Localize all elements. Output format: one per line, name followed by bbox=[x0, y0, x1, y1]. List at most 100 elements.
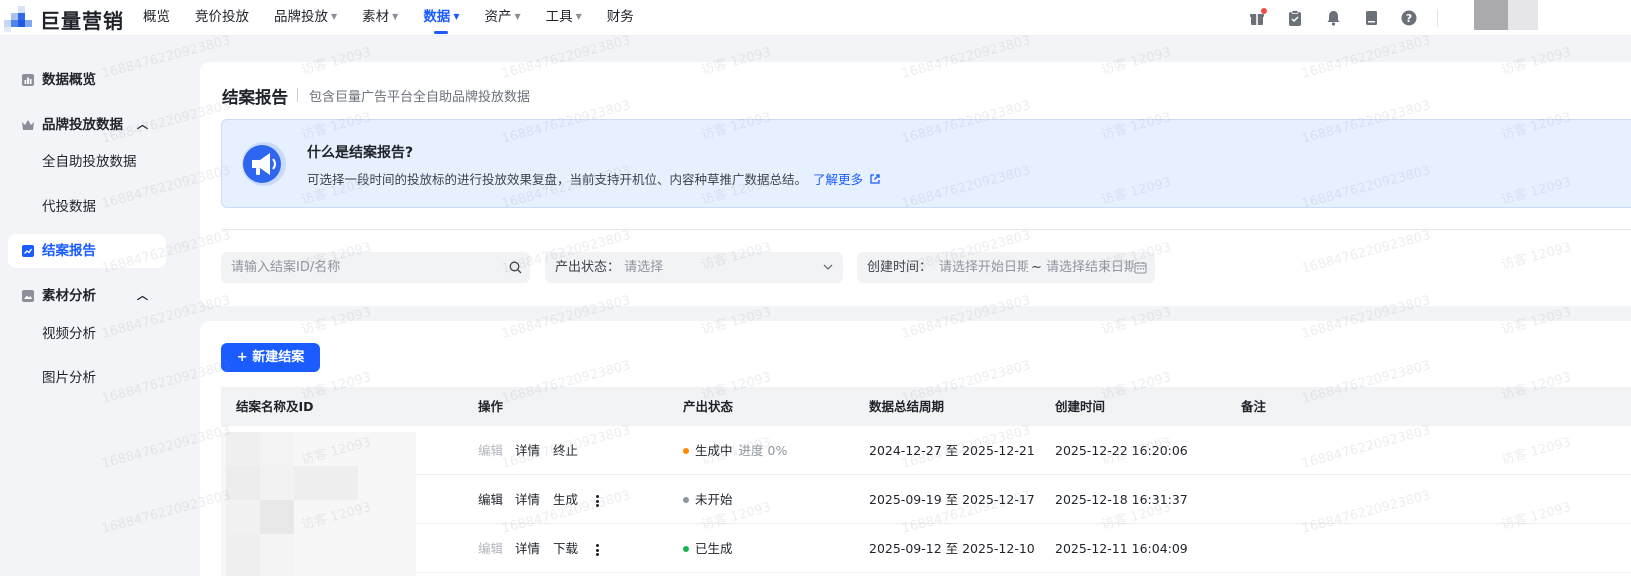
progress-text: 进度 0% bbox=[738, 443, 788, 458]
chevron-up-icon: ︿ bbox=[137, 289, 148, 302]
bell-icon[interactable] bbox=[1323, 8, 1343, 28]
nav-brand-label: 品牌投放 bbox=[274, 9, 328, 25]
svg-text:?: ? bbox=[1406, 12, 1412, 25]
sidebar-item-label: 结案报告 bbox=[42, 243, 96, 259]
sidebar-item-label: 视频分析 bbox=[42, 326, 96, 342]
status-text: 生成中 bbox=[695, 443, 733, 458]
status-dot bbox=[683, 448, 689, 454]
sidebar: 数据概览 品牌投放数据 ︿ 全自助投放数据 代投数据 结案报告 素材分析 ︿ 视… bbox=[0, 37, 190, 576]
gift-icon[interactable] bbox=[1247, 8, 1267, 28]
edit-button[interactable]: 编辑 bbox=[478, 524, 503, 573]
nav-finance[interactable]: 财务 bbox=[598, 0, 643, 36]
crown-icon bbox=[22, 120, 34, 130]
top-navigation-bar: 巨量营销 概览 竞价投放 品牌投放 ▼ 素材 ▼ 数据 ▼ 资产 ▼ 工具 ▼ 财务 ? bbox=[0, 0, 1631, 36]
edit-button[interactable]: 编辑 bbox=[478, 426, 503, 475]
date-range-picker[interactable]: 创建时间： 请选择开始日期 ~ 请选择结束日期 bbox=[857, 252, 1155, 283]
date-end-input[interactable]: 请选择结束日期 bbox=[1046, 252, 1134, 283]
status-text: 已生成 bbox=[695, 541, 733, 556]
created-cell: 2025-12-22 16:20:06 bbox=[1055, 443, 1188, 458]
learn-more-label: 了解更多 bbox=[813, 172, 864, 187]
nav-overview-label: 概览 bbox=[143, 9, 170, 25]
sidebar-item-closing-report[interactable]: 结案报告 bbox=[8, 234, 166, 268]
column-header: 创建时间 bbox=[1055, 399, 1106, 414]
caret-down-icon: ▼ bbox=[453, 12, 460, 21]
main-nav: 概览 竞价投放 品牌投放 ▼ 素材 ▼ 数据 ▼ 资产 ▼ 工具 ▼ 财务 bbox=[134, 0, 650, 36]
app-logo[interactable]: 巨量营销 bbox=[4, 6, 124, 33]
sidebar-item-label: 数据概览 bbox=[42, 72, 96, 88]
sidebar-item-video-analysis[interactable]: 视频分析 bbox=[8, 317, 166, 351]
external-link-icon bbox=[870, 174, 880, 184]
nav-tools[interactable]: 工具 ▼ bbox=[537, 0, 591, 36]
sidebar-item-self-service-data[interactable]: 全自助投放数据 bbox=[8, 145, 166, 179]
nav-assets[interactable]: 资产 ▼ bbox=[475, 0, 529, 36]
detail-button[interactable]: 详情 bbox=[515, 524, 540, 573]
logo-text: 巨量营销 bbox=[40, 8, 124, 33]
status-cell: 已生成 bbox=[683, 524, 733, 573]
generate-button[interactable]: 生成 bbox=[553, 475, 578, 524]
more-options-icon[interactable] bbox=[596, 544, 599, 556]
top-divider bbox=[1437, 9, 1438, 27]
sidebar-item-brand-data[interactable]: 品牌投放数据 ︿ bbox=[8, 108, 166, 142]
more-options-icon[interactable] bbox=[596, 495, 599, 507]
status-select-placeholder: 请选择 bbox=[624, 260, 664, 275]
nav-overview[interactable]: 概览 bbox=[134, 0, 179, 36]
edit-button[interactable]: 编辑 bbox=[478, 475, 503, 524]
learn-more-link[interactable]: 了解更多 bbox=[813, 172, 881, 187]
terminate-button[interactable]: 终止 bbox=[553, 426, 578, 475]
column-header: 备注 bbox=[1241, 399, 1267, 414]
sidebar-item-label: 图片分析 bbox=[42, 370, 96, 386]
date-range-label: 创建时间： bbox=[867, 260, 933, 275]
trend-icon bbox=[22, 245, 34, 257]
avatar[interactable] bbox=[1474, 0, 1508, 30]
detail-button[interactable]: 详情 bbox=[515, 475, 540, 524]
account-info[interactable] bbox=[1508, 0, 1538, 30]
search-placeholder: 请输入结案ID/名称 bbox=[231, 260, 341, 275]
status-select[interactable]: 产出状态： 请选择 bbox=[545, 252, 843, 283]
search-icon[interactable] bbox=[509, 261, 522, 274]
page-title: 结案报告 bbox=[222, 88, 288, 107]
date-separator: ~ bbox=[1031, 260, 1042, 275]
bar-chart-icon bbox=[22, 74, 34, 86]
redacted-report-names bbox=[221, 432, 416, 576]
document-icon[interactable] bbox=[1361, 8, 1381, 28]
caret-down-icon: ▼ bbox=[575, 12, 582, 21]
created-cell: 2025-12-11 16:04:09 bbox=[1055, 541, 1188, 556]
image-icon bbox=[22, 290, 34, 302]
title-divider bbox=[297, 88, 298, 102]
logo-mark-icon bbox=[4, 6, 38, 32]
banner-title: 什么是结案报告? bbox=[307, 145, 414, 161]
nav-tools-label: 工具 bbox=[545, 9, 573, 25]
clipboard-icon[interactable] bbox=[1285, 8, 1305, 28]
report-header-card: 结案报告 包含巨量广告平台全自助品牌投放数据 什么是结案报告? 可选择一段时间的… bbox=[200, 62, 1631, 306]
nav-data[interactable]: 数据 ▼ bbox=[414, 0, 468, 36]
column-header: 产出状态 bbox=[683, 399, 734, 414]
new-report-button[interactable]: + 新建结案 bbox=[221, 343, 320, 372]
sidebar-item-label: 品牌投放数据 bbox=[42, 117, 123, 133]
date-start-input[interactable]: 请选择开始日期 bbox=[939, 252, 1028, 283]
sidebar-item-label: 素材分析 bbox=[42, 288, 96, 304]
calendar-icon bbox=[1134, 262, 1147, 274]
table-row: 编辑 详情 下载 已生成 2025-09-12 至 2025-12-10 202… bbox=[416, 524, 1631, 573]
download-button[interactable]: 下载 bbox=[553, 524, 578, 573]
nav-brand[interactable]: 品牌投放 ▼ bbox=[265, 0, 346, 36]
page-subtitle: 包含巨量广告平台全自助品牌投放数据 bbox=[309, 90, 531, 105]
sidebar-item-material-analysis[interactable]: 素材分析 ︿ bbox=[8, 279, 166, 313]
sidebar-item-image-analysis[interactable]: 图片分析 bbox=[8, 361, 166, 395]
created-cell: 2025-12-18 16:31:37 bbox=[1055, 492, 1188, 507]
sidebar-item-label: 代投数据 bbox=[42, 199, 96, 215]
period-cell: 2024-12-27 至 2025-12-21 bbox=[869, 443, 1035, 458]
sidebar-item-data-overview[interactable]: 数据概览 bbox=[8, 63, 166, 97]
sidebar-item-agency-data[interactable]: 代投数据 bbox=[8, 190, 166, 224]
top-icons: ? bbox=[1229, 8, 1419, 28]
period-cell: 2025-09-12 至 2025-12-10 bbox=[869, 541, 1035, 556]
nav-bidding-label: 竞价投放 bbox=[195, 9, 249, 25]
banner-description: 可选择一段时间的投放标的进行投放效果复盘，当前支持开机位、内容种草推广数据总结。… bbox=[307, 169, 881, 188]
nav-bidding[interactable]: 竞价投放 bbox=[186, 0, 258, 36]
table-header: 结案名称及ID 操作 产出状态 数据总结周期 创建时间 备注 bbox=[221, 387, 1631, 426]
search-input[interactable]: 请输入结案ID/名称 bbox=[221, 252, 530, 283]
detail-button[interactable]: 详情 bbox=[515, 426, 540, 475]
help-icon[interactable]: ? bbox=[1399, 8, 1419, 28]
column-header: 数据总结周期 bbox=[869, 399, 945, 414]
nav-material[interactable]: 素材 ▼ bbox=[353, 0, 407, 36]
status-cell: 生成中 进度 0% bbox=[683, 426, 787, 475]
